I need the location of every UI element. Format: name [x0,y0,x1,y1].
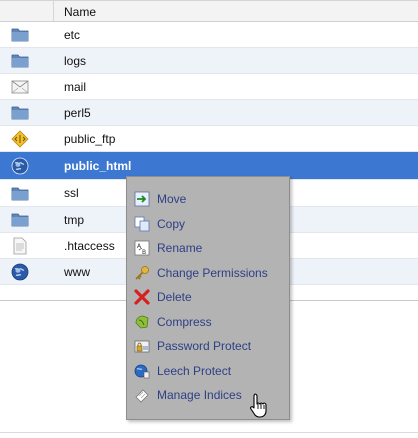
file-name: logs [64,53,87,68]
menu-item-rename[interactable]: AB Rename [127,236,289,260]
globe-icon [0,259,40,284]
menu-item-delete[interactable]: Delete [127,285,289,309]
name-column-header[interactable]: Name [64,5,96,19]
menu-item-change-permissions[interactable]: Change Permissions [127,261,289,285]
rename-icon: AB [133,239,151,257]
context-menu: Move Copy AB Rename Change Permissions D… [126,176,290,420]
file-name: etc [64,27,81,42]
move-icon [133,190,151,208]
table-row-etc[interactable]: etc [0,22,418,48]
table-row-perl5[interactable]: perl5 [0,100,418,126]
table-row-mail[interactable]: mail [0,74,418,100]
column-divider [53,1,54,21]
menu-item-move[interactable]: Move [127,187,289,211]
table-row-logs[interactable]: logs [0,48,418,74]
leech-protect-icon [133,362,151,380]
key-icon [133,264,151,282]
copy-icon [133,215,151,233]
folder-icon [0,48,40,73]
globe-icon [0,152,40,179]
folder-icon [0,207,40,232]
svg-text:B: B [142,249,146,256]
file-name: perl5 [64,105,91,120]
file-name: .htaccess [64,238,115,253]
folder-icon [0,100,40,125]
file-name: public_ftp [64,131,116,146]
page-bottom-border [0,432,418,433]
folder-icon [0,22,40,47]
hand-cursor-icon [250,393,267,418]
delete-x-icon [133,288,151,306]
menu-item-password-protect[interactable]: Password Protect [127,334,289,358]
compress-icon [133,313,151,331]
file-name: tmp [64,212,85,227]
text-file-icon [0,233,40,258]
file-name: www [64,264,90,279]
menu-item-copy[interactable]: Copy [127,212,289,236]
file-name: mail [64,79,87,94]
password-lock-icon [133,337,151,355]
menu-item-compress[interactable]: Compress [127,310,289,334]
mail-envelope-icon [0,74,40,99]
menu-item-leech-protect[interactable]: Leech Protect [127,359,289,383]
ftp-diamond-icon [0,126,40,151]
table-header: Name [0,0,418,22]
file-name: public_html [64,158,132,173]
manage-indices-icon [133,386,151,404]
file-name: ssl [64,186,79,200]
folder-icon [0,180,40,206]
table-row-public-ftp[interactable]: public_ftp [0,126,418,152]
